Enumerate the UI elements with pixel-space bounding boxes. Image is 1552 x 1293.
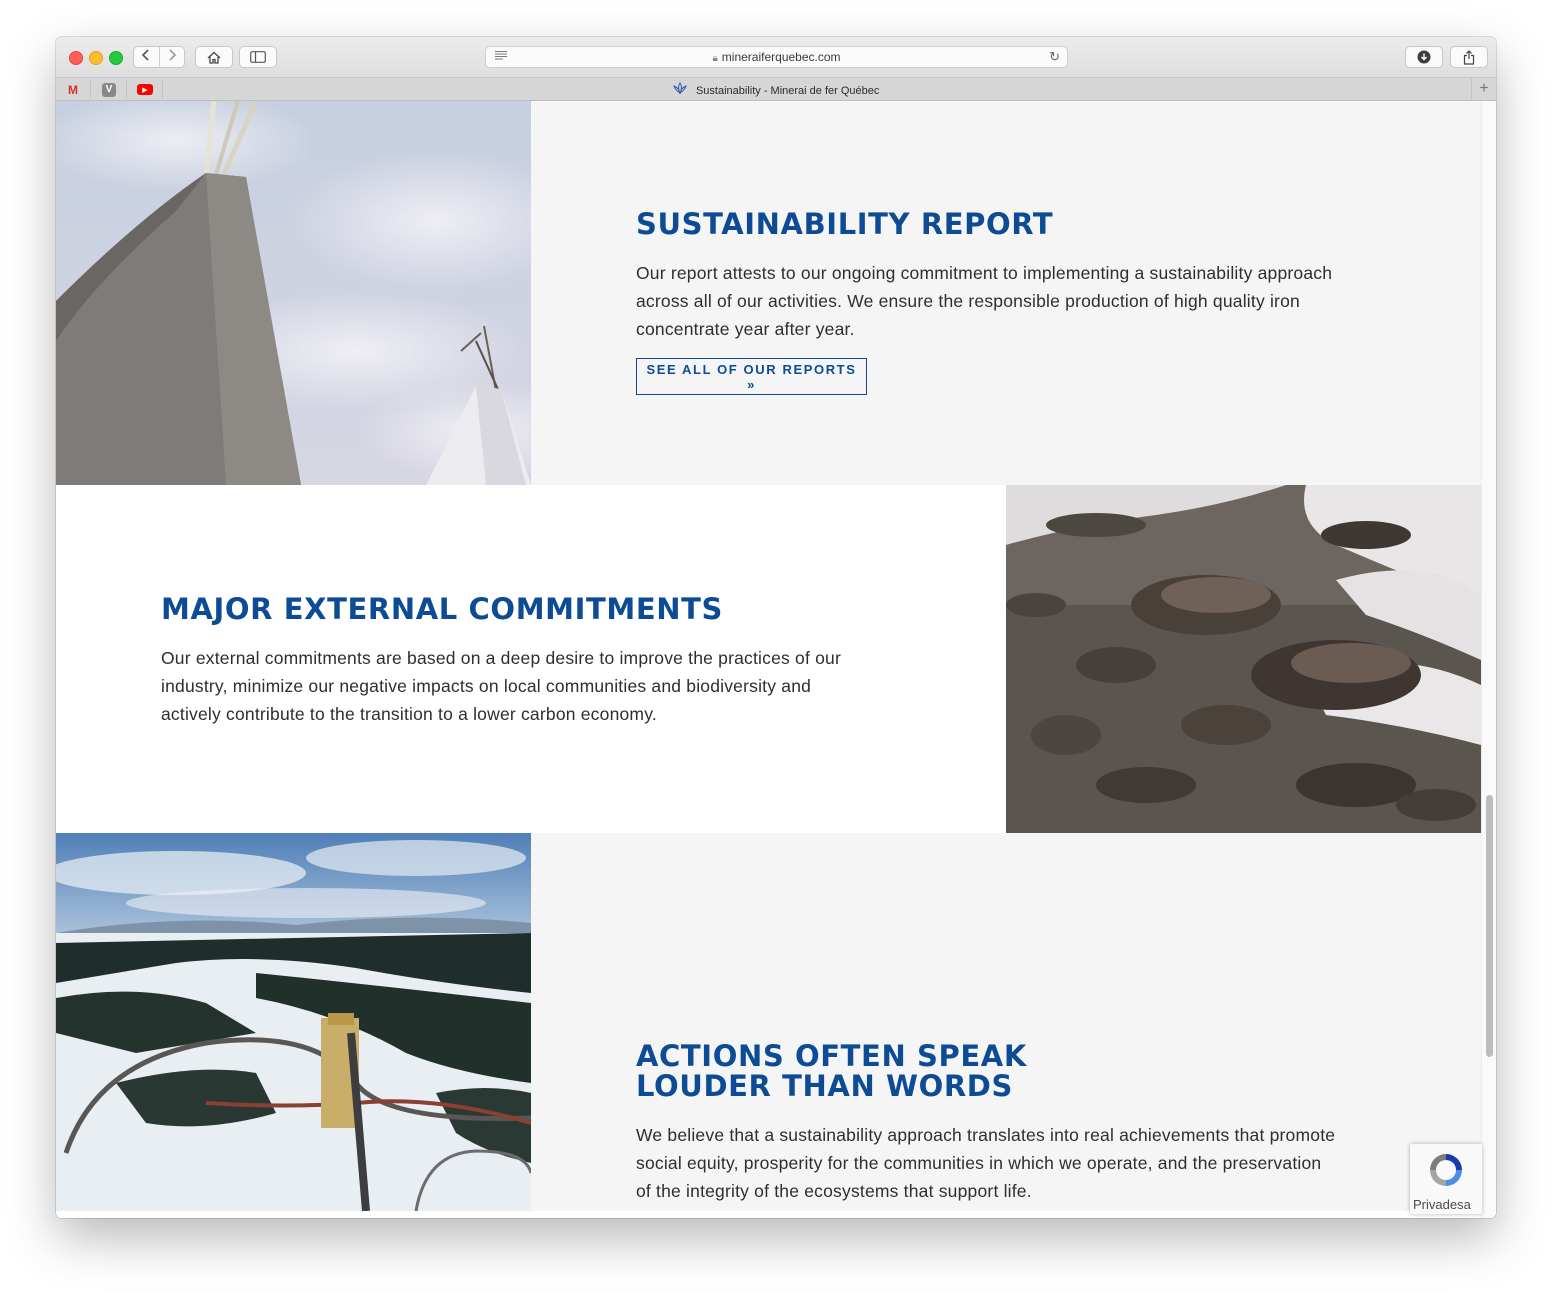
url-text: mineraiferquebec.com xyxy=(721,50,841,64)
scrollbar-thumb[interactable] xyxy=(1486,795,1493,1057)
tab-title-text: Sustainability - Minerai de fer Québec xyxy=(695,85,880,97)
home-icon xyxy=(207,51,221,64)
zoom-window-button[interactable] xyxy=(109,51,123,65)
winter-mine-aerial-photo xyxy=(56,833,531,1211)
heading-major-external-commitments: MAJOR EXTERNAL COMMITMENTS xyxy=(161,592,723,626)
chevron-right-icon[interactable] xyxy=(160,47,185,67)
close-window-button[interactable] xyxy=(69,51,83,65)
share-button[interactable] xyxy=(1450,46,1488,68)
chevron-left-icon[interactable] xyxy=(134,47,159,67)
download-button[interactable] xyxy=(1405,46,1443,68)
vertical-scrollbar[interactable] xyxy=(1481,101,1496,1218)
reload-icon[interactable]: ↻ xyxy=(1049,49,1060,65)
new-tab-button[interactable]: + xyxy=(1471,78,1496,101)
page-viewport: SUSTAINABILITY REPORT Our report attests… xyxy=(56,101,1496,1218)
heading-sustainability-report: SUSTAINABILITY REPORT xyxy=(636,207,1054,241)
tab-active[interactable]: Sustainability - Minerai de fer Québec xyxy=(56,82,1496,97)
sidebar-icon xyxy=(250,51,266,63)
address-bar[interactable]: 🔒︎ mineraiferquebec.com ↻ xyxy=(485,46,1068,68)
section-major-external-commitments: MAJOR EXTERNAL COMMITMENTS Our external … xyxy=(56,485,1481,833)
body-actions-speak-louder: We believe that a sustainability approac… xyxy=(636,1125,1336,1201)
river-rocks-photo xyxy=(1006,485,1481,833)
browser-toolbar: 🔒︎ mineraiferquebec.com ↻ xyxy=(56,37,1496,77)
recaptcha-icon xyxy=(1430,1154,1462,1186)
tab-bar: M V ▶ Sustainability - Minerai de fer Qu… xyxy=(56,77,1496,101)
body-major-external-commitments: Our external commitments are based on a … xyxy=(161,648,841,724)
body-sustainability-report: Our report attests to our ongoing commit… xyxy=(636,263,1333,339)
recaptcha-badge[interactable]: Privadesa xyxy=(1410,1144,1482,1214)
minimize-window-button[interactable] xyxy=(89,51,103,65)
browser-window: 🔒︎ mineraiferquebec.com ↻ M V ▶ Sustainab… xyxy=(56,37,1496,1218)
lock-icon: 🔒︎ xyxy=(712,53,718,64)
leaf-favicon-icon xyxy=(672,82,690,97)
download-icon xyxy=(1417,50,1431,64)
share-icon xyxy=(1463,49,1475,65)
see-all-reports-button[interactable]: SEE ALL OF OUR REPORTS » xyxy=(636,358,867,395)
section-actions-speak-louder: ACTIONS OFTEN SPEAK LOUDER THAN WORDS We … xyxy=(56,833,1481,1211)
recaptcha-privacy-label[interactable]: Privadesa xyxy=(1413,1197,1471,1212)
heading-actions-speak-louder: ACTIONS OFTEN SPEAK LOUDER THAN WORDS xyxy=(636,1039,1027,1103)
home-button[interactable] xyxy=(195,46,233,68)
back-forward-control xyxy=(133,46,185,68)
section-sustainability-report: SUSTAINABILITY REPORT Our report attests… xyxy=(56,101,1481,485)
sidebar-toggle-button[interactable] xyxy=(239,46,277,68)
teepee-photo xyxy=(56,101,531,485)
